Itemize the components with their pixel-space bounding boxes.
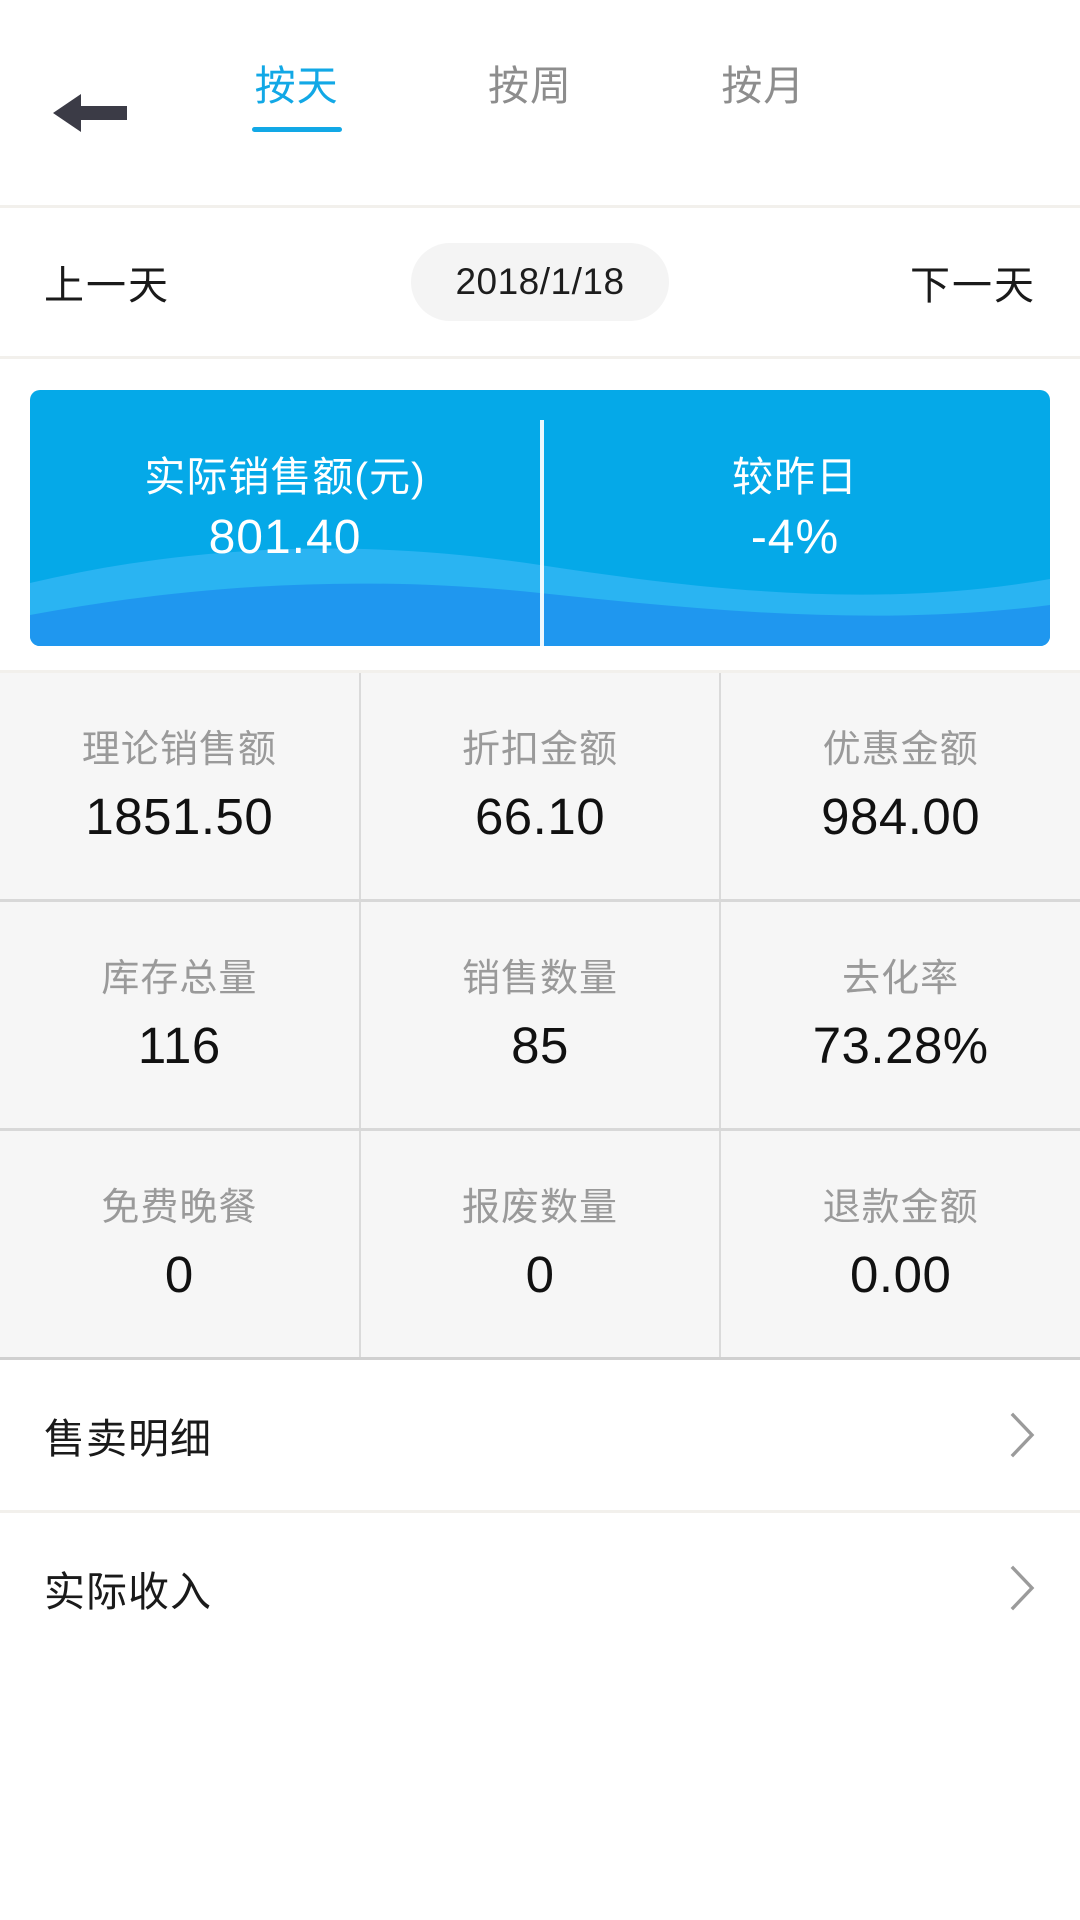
stats-row: 理论销售额 1851.50 折扣金额 66.10 优惠金额 984.00 (0, 673, 1080, 902)
stat-value: 0 (164, 1245, 194, 1303)
next-day-button[interactable]: 下一天 (910, 253, 1036, 311)
tab-by-month[interactable]: 按月 (647, 46, 880, 132)
top-tab-bar: 按天 按周 按月 (0, 0, 1080, 205)
summary-card-wrapper: 实际销售额(元) 801.40 较昨日 -4% (0, 359, 1080, 670)
tab-list: 按天 按周 按月 (180, 46, 880, 132)
stat-value: 116 (137, 1016, 221, 1074)
actual-sales-block: 实际销售额(元) 801.40 (30, 453, 540, 580)
stat-value: 66.10 (474, 787, 606, 845)
stat-value: 73.28% (812, 1016, 989, 1074)
stat-label: 理论销售额 (81, 728, 277, 771)
arrow-left-icon (51, 88, 129, 138)
stat-cell-theoretical-sales[interactable]: 理论销售额 1851.50 (0, 673, 361, 899)
list-item-actual-income[interactable]: 实际收入 (0, 1513, 1080, 1663)
stat-cell-promotion-amount[interactable]: 优惠金额 984.00 (721, 673, 1080, 899)
actual-sales-label: 实际销售额(元) (144, 453, 426, 500)
tab-inactive-underline (718, 127, 808, 132)
previous-day-button[interactable]: 上一天 (44, 253, 170, 311)
sales-report-screen: 按天 按周 按月 上一天 2018/1/18 下一天 实际销售额(元) 801.… (0, 0, 1080, 1920)
stats-row: 库存总量 116 销售数量 85 去化率 73.28% (0, 902, 1080, 1131)
tab-by-day[interactable]: 按天 (180, 46, 413, 132)
current-date-pill[interactable]: 2018/1/18 (411, 243, 669, 321)
tab-active-underline (251, 127, 342, 132)
stat-value: 984.00 (821, 787, 981, 845)
list-item-label: 实际收入 (44, 1569, 212, 1615)
back-button[interactable] (30, 78, 150, 148)
stat-label: 退款金额 (822, 1186, 979, 1229)
card-vertical-divider (540, 420, 544, 646)
stat-label: 去化率 (842, 957, 960, 1000)
tab-by-week-label: 按周 (487, 63, 572, 109)
compare-yesterday-value: -4% (750, 510, 840, 564)
list-item-label: 售卖明细 (44, 1416, 212, 1462)
stat-label: 免费晚餐 (101, 1186, 258, 1229)
chevron-right-icon (1010, 1412, 1036, 1458)
stat-cell-sell-through-rate[interactable]: 去化率 73.28% (721, 902, 1080, 1128)
stat-label: 折扣金额 (462, 728, 619, 771)
stat-cell-sales-quantity[interactable]: 销售数量 85 (361, 902, 722, 1128)
list-item-sales-detail[interactable]: 售卖明细 (0, 1360, 1080, 1510)
stats-grid: 理论销售额 1851.50 折扣金额 66.10 优惠金额 984.00 库存总… (0, 670, 1080, 1360)
stats-row: 免费晚餐 0 报废数量 0 退款金额 0.00 (0, 1131, 1080, 1360)
tab-inactive-underline (485, 127, 575, 132)
stat-cell-discount-amount[interactable]: 折扣金额 66.10 (361, 673, 722, 899)
compare-yesterday-block: 较昨日 -4% (540, 453, 1050, 580)
stat-label: 报废数量 (462, 1186, 619, 1229)
stat-cell-refund-amount[interactable]: 退款金额 0.00 (721, 1131, 1080, 1357)
stat-label: 优惠金额 (822, 728, 979, 771)
stat-cell-total-inventory[interactable]: 库存总量 116 (0, 902, 361, 1128)
chevron-right-icon (1010, 1565, 1036, 1611)
stat-cell-scrap-quantity[interactable]: 报废数量 0 (361, 1131, 722, 1357)
stat-value: 1851.50 (85, 787, 274, 845)
tab-by-month-label: 按月 (721, 63, 806, 109)
actual-sales-value: 801.40 (208, 510, 362, 564)
stat-cell-free-dinner[interactable]: 免费晚餐 0 (0, 1131, 361, 1357)
tab-by-week[interactable]: 按周 (413, 46, 646, 132)
stat-value: 0 (525, 1245, 555, 1303)
tab-by-day-label: 按天 (254, 63, 339, 109)
stat-value: 0.00 (850, 1245, 952, 1303)
detail-list: 售卖明细 实际收入 (0, 1360, 1080, 1663)
compare-yesterday-label: 较昨日 (732, 453, 858, 500)
stat-label: 销售数量 (462, 957, 619, 1000)
sales-summary-card: 实际销售额(元) 801.40 较昨日 -4% (30, 390, 1050, 646)
stat-value: 85 (511, 1016, 569, 1074)
date-selector: 上一天 2018/1/18 下一天 (0, 208, 1080, 356)
stat-label: 库存总量 (101, 957, 258, 1000)
